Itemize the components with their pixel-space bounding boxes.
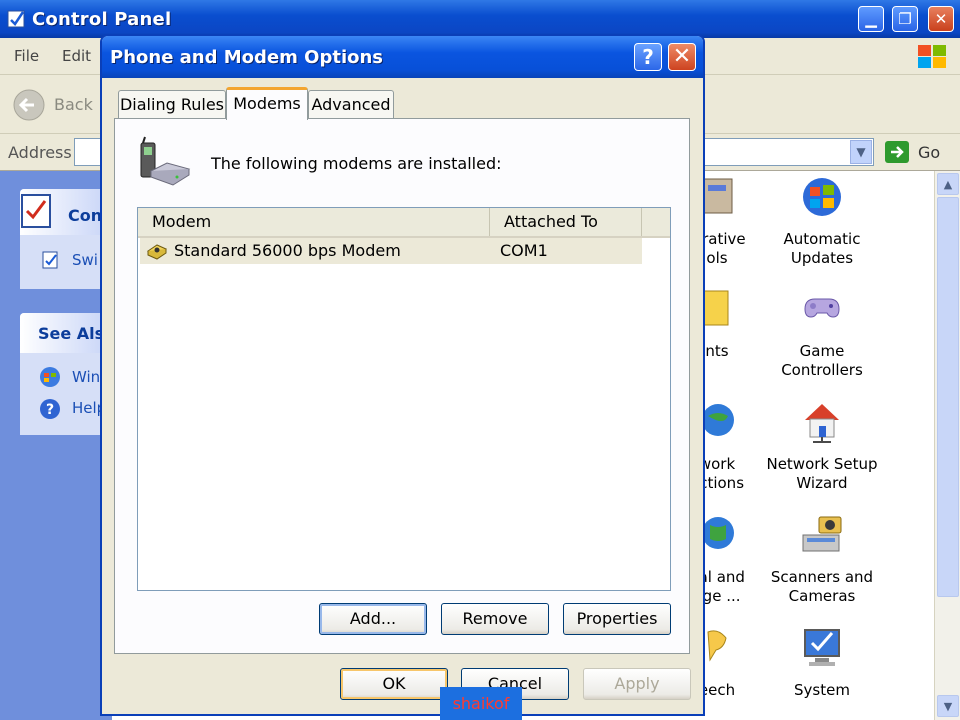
scanners-cameras-label: Scanners and Cameras — [770, 568, 874, 605]
tab-dialing-rules[interactable]: Dialing Rules — [118, 90, 226, 118]
close-button[interactable]: ✕ — [928, 6, 954, 32]
scanners-cameras-icon — [802, 516, 842, 552]
column-header-modem[interactable]: Modem — [138, 208, 490, 236]
windows-update-icon — [40, 367, 60, 387]
network-setup-wizard-item[interactable]: Network Setup Wizard — [757, 398, 887, 493]
network-setup-wizard-label: Network Setup Wizard — [766, 455, 878, 492]
automatic-updates-label: Automatic Updates — [783, 230, 861, 267]
minimize-button[interactable]: ▁ — [858, 6, 884, 32]
window-title: Control Panel — [32, 9, 172, 30]
tab-modems[interactable]: Modems — [226, 87, 308, 120]
phone-modem-options-dialog: Phone and Modem Options ? ✕ Dialing Rule… — [100, 34, 705, 716]
attached-port: COM1 — [500, 241, 548, 260]
apply-button[interactable]: Apply — [583, 668, 691, 700]
help-icon: ? — [40, 399, 60, 419]
system-item[interactable]: System — [757, 624, 887, 700]
system-icon — [804, 629, 840, 666]
game-controllers-label: Game Controllers — [781, 342, 863, 379]
control-panel-task-box: Con Swi — [20, 189, 112, 289]
scroll-up-button[interactable]: ▲ — [937, 173, 959, 195]
network-setup-wizard-icon — [805, 404, 839, 443]
game-controllers-item[interactable]: Game Controllers — [757, 285, 887, 380]
back-label: Back — [54, 95, 93, 114]
installed-modems-label: The following modems are installed: — [211, 154, 502, 173]
go-label: Go — [918, 143, 941, 162]
control-panel-titlebar[interactable]: Control Panel ▁ ❐ ✕ — [0, 0, 960, 38]
switch-view-link[interactable]: Swi — [72, 251, 98, 269]
switch-view-icon — [42, 251, 58, 269]
automatic-updates-item[interactable]: Automatic Updates — [757, 173, 887, 268]
tab-advanced[interactable]: Advanced — [308, 90, 394, 118]
task-pane: Con Swi See Als Win ? Help — [0, 171, 112, 720]
menu-edit[interactable]: Edit — [62, 47, 91, 65]
see-also-windows-update-link[interactable]: Win — [72, 368, 100, 386]
scroll-down-button[interactable]: ▼ — [937, 695, 959, 717]
address-dropdown-button[interactable]: ▼ — [850, 140, 872, 164]
phone-modem-icon — [140, 136, 191, 186]
watermark-label: shaikof — [440, 687, 522, 720]
dialog-title: Phone and Modem Options — [110, 47, 384, 68]
game-controllers-icon — [804, 298, 840, 318]
dialog-titlebar[interactable]: Phone and Modem Options ? ✕ — [102, 36, 703, 78]
control-panel-icon — [7, 10, 25, 28]
task-box-title: Con — [68, 206, 103, 225]
add-button[interactable]: Add... — [319, 603, 427, 635]
windows-logo-icon — [918, 45, 946, 68]
system-label: System — [794, 681, 850, 699]
vertical-scrollbar[interactable]: ▲ ▼ — [934, 171, 960, 720]
scanners-cameras-item[interactable]: Scanners and Cameras — [757, 511, 887, 606]
menu-file[interactable]: File — [14, 47, 39, 65]
go-button[interactable]: Go — [882, 138, 952, 166]
column-header-attached-to[interactable]: Attached To — [490, 208, 642, 236]
see-also-title: See Als — [38, 324, 105, 343]
modems-list[interactable]: Modem Attached To Standard 56000 bps Mod… — [137, 207, 671, 591]
properties-button[interactable]: Properties — [563, 603, 671, 635]
modems-tab-panel: The following modems are installed: Mode… — [114, 118, 690, 654]
maximize-button[interactable]: ❐ — [892, 6, 918, 32]
modem-name: Standard 56000 bps Modem — [174, 241, 401, 260]
svg-text:?: ? — [46, 402, 54, 418]
dialog-close-button[interactable]: ✕ — [668, 43, 696, 71]
back-button[interactable]: Back — [12, 87, 102, 121]
control-panel-checklist-icon — [21, 194, 51, 228]
remove-button[interactable]: Remove — [441, 603, 549, 635]
list-item[interactable]: Standard 56000 bps Modem COM1 — [140, 238, 642, 264]
list-header: Modem Attached To — [138, 208, 670, 238]
see-also-task-box: See Als Win ? Help — [20, 313, 112, 435]
back-arrow-icon — [13, 89, 45, 121]
ok-button[interactable]: OK — [340, 668, 448, 700]
address-label: Address — [8, 143, 72, 162]
modem-icon — [146, 244, 168, 260]
automatic-updates-icon — [803, 178, 841, 216]
go-arrow-icon — [885, 141, 909, 163]
scroll-thumb[interactable] — [937, 197, 959, 597]
help-button[interactable]: ? — [634, 43, 662, 71]
